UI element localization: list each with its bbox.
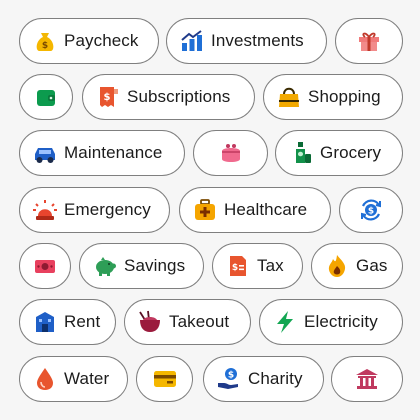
grocery-bottle-icon <box>288 140 314 166</box>
hand-coin-icon: $ <box>216 366 242 392</box>
chip-label: Savings <box>124 256 186 275</box>
bank-icon <box>354 366 380 392</box>
tax-chip[interactable]: $ Tax <box>212 243 303 289</box>
bar-chart-trend-icon <box>179 28 205 54</box>
coin-purse-icon <box>218 140 244 166</box>
gifts-chip[interactable] <box>335 18 403 64</box>
chip-label: Takeout <box>169 312 230 331</box>
svg-text:$: $ <box>368 207 374 217</box>
chip-label: Investments <box>211 31 304 50</box>
chip-label: Rent <box>64 312 101 331</box>
receipt-icon: $ <box>95 84 121 110</box>
card-chip[interactable] <box>136 356 193 402</box>
bank-chip[interactable] <box>331 356 403 402</box>
chip-label: Charity <box>248 369 303 388</box>
subscriptions-chip[interactable]: $ Subscriptions <box>82 74 255 120</box>
dollar-cycle-icon: $ <box>358 197 384 223</box>
investments-chip[interactable]: Investments <box>166 18 327 64</box>
chip-label: Gas <box>356 256 388 275</box>
money-bag-icon: $ <box>32 28 58 54</box>
shopping-bag-icon <box>276 84 302 110</box>
chip-label: Electricity <box>304 312 378 331</box>
siren-icon <box>32 197 58 223</box>
paycheck-chip[interactable]: $ Paycheck <box>19 18 159 64</box>
svg-text:$: $ <box>104 92 111 103</box>
chip-label: Healthcare <box>224 200 308 219</box>
car-icon <box>32 140 58 166</box>
svg-text:$: $ <box>42 41 48 51</box>
electricity-chip[interactable]: Electricity <box>259 299 403 345</box>
chip-label: Water <box>64 369 110 388</box>
credit-card-icon <box>152 366 178 392</box>
gift-icon <box>356 28 382 54</box>
savings-chip[interactable]: Savings <box>79 243 204 289</box>
building-icon <box>32 309 58 335</box>
chip-label: Maintenance <box>64 143 163 162</box>
water-chip[interactable]: Water <box>19 356 128 402</box>
grocery-chip[interactable]: Grocery <box>275 130 403 176</box>
takeout-bowl-icon <box>137 309 163 335</box>
chip-label: Shopping <box>308 87 381 106</box>
charity-chip[interactable]: $ Charity <box>203 356 324 402</box>
emergency-chip[interactable]: Emergency <box>19 187 170 233</box>
gas-chip[interactable]: Gas <box>311 243 403 289</box>
banknote-icon <box>32 253 58 279</box>
chip-label: Paycheck <box>64 31 139 50</box>
shopping-chip[interactable]: Shopping <box>263 74 403 120</box>
healthcare-chip[interactable]: Healthcare <box>179 187 331 233</box>
cash-chip[interactable] <box>19 243 71 289</box>
maintenance-chip[interactable]: Maintenance <box>19 130 185 176</box>
category-chip-grid: $ Paycheck Investments $ Subscriptions S… <box>0 0 420 420</box>
water-drop-icon <box>32 366 58 392</box>
exchange-chip[interactable]: $ <box>339 187 403 233</box>
flame-icon <box>324 253 350 279</box>
tax-document-icon: $ <box>225 253 251 279</box>
chip-label: Tax <box>257 256 284 275</box>
takeout-chip[interactable]: Takeout <box>124 299 251 345</box>
first-aid-kit-icon <box>192 197 218 223</box>
wallet-icon <box>33 84 59 110</box>
purse-chip[interactable] <box>193 130 268 176</box>
svg-text:$: $ <box>228 371 234 381</box>
chip-label: Grocery <box>320 143 382 162</box>
lightning-icon <box>272 309 298 335</box>
chip-label: Subscriptions <box>127 87 231 106</box>
rent-chip[interactable]: Rent <box>19 299 116 345</box>
chip-label: Emergency <box>64 200 151 219</box>
wallet-chip[interactable] <box>19 74 73 120</box>
svg-text:$: $ <box>232 263 238 273</box>
piggy-bank-icon <box>92 253 118 279</box>
